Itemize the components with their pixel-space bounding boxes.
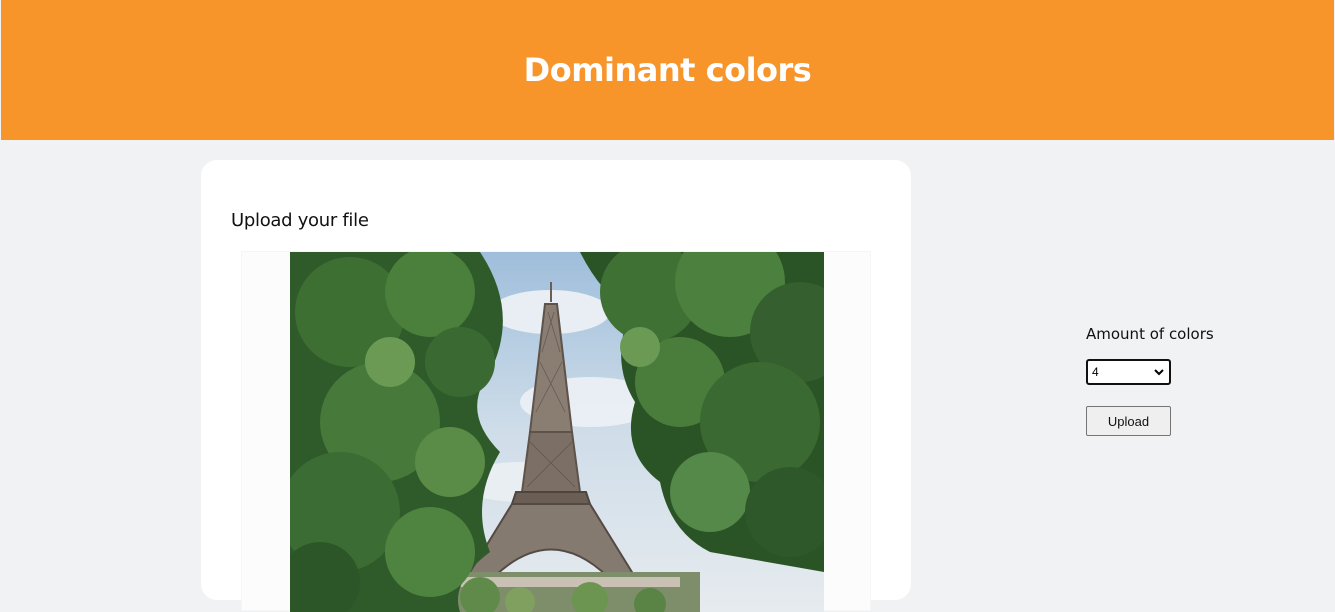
- amount-of-colors-value: 4: [1092, 365, 1099, 379]
- amount-of-colors-label: Amount of colors: [1086, 325, 1214, 343]
- upload-card: Upload your file: [201, 160, 911, 612]
- image-preview-area[interactable]: [241, 251, 871, 612]
- amount-of-colors-select[interactable]: 4: [1086, 359, 1171, 385]
- upload-button[interactable]: Upload: [1086, 406, 1171, 436]
- controls-panel: Amount of colors 4 Upload: [1086, 325, 1214, 436]
- chevron-down-icon: [1153, 367, 1165, 377]
- upload-card-title: Upload your file: [231, 210, 369, 231]
- uploaded-image: [290, 252, 824, 612]
- page-header: Dominant colors: [1, 0, 1334, 140]
- page-title: Dominant colors: [523, 51, 812, 89]
